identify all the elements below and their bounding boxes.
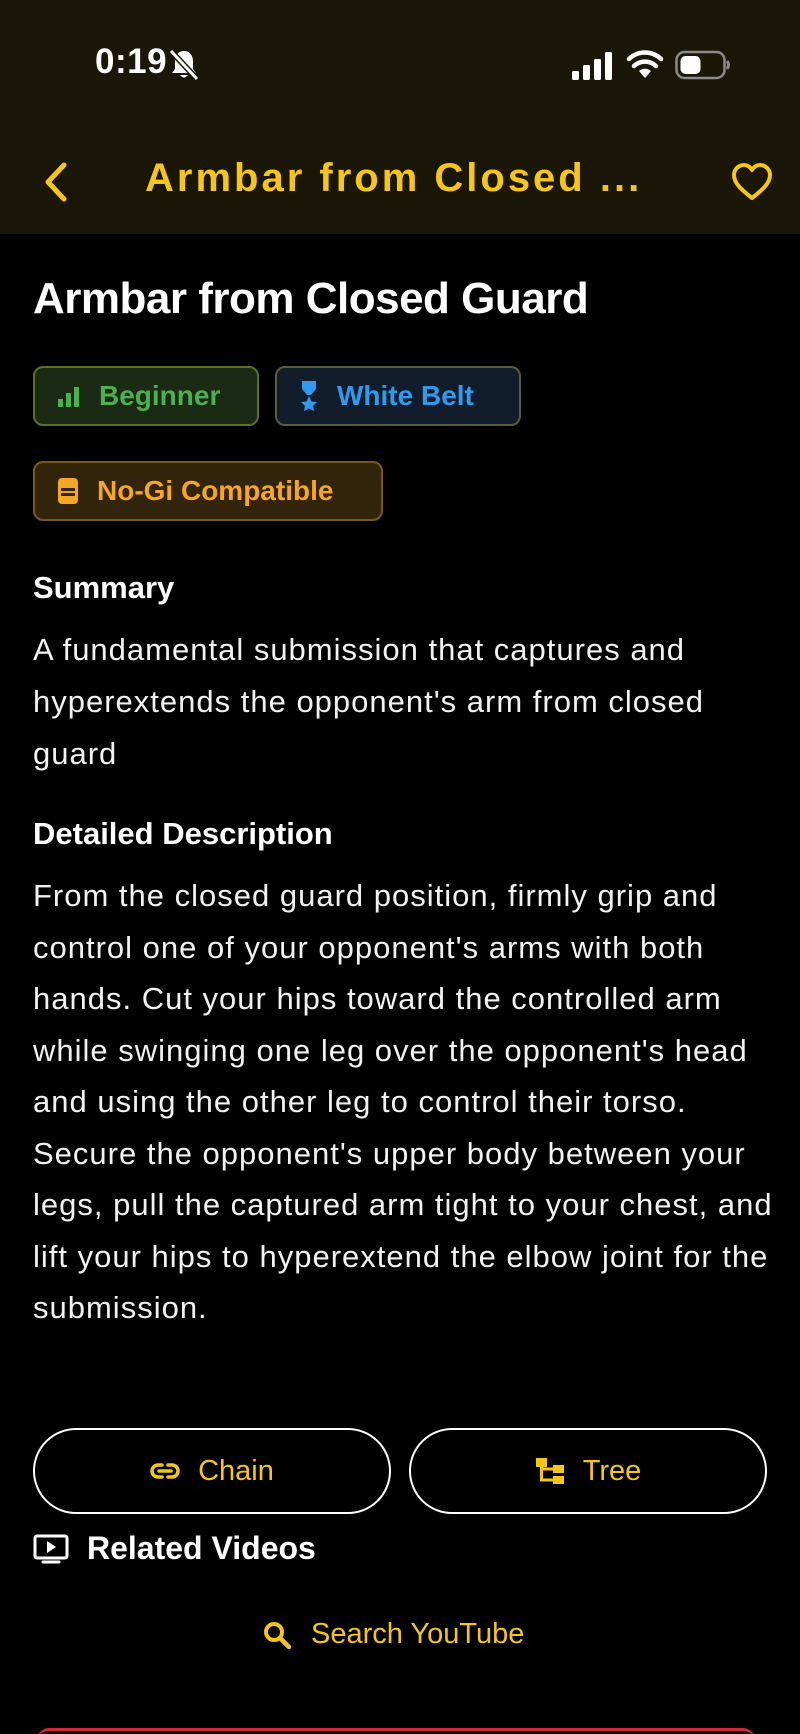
chain-button[interactable]: Chain <box>33 1428 391 1514</box>
belt-badge: White Belt <box>275 366 521 426</box>
gi-compat-label: No-Gi Compatible <box>97 475 334 506</box>
bell-slash-icon <box>168 48 200 82</box>
back-button[interactable] <box>36 158 76 206</box>
tree-button[interactable]: Tree <box>409 1428 767 1514</box>
summary-text: A fundamental submission that captures a… <box>33 632 704 771</box>
search-youtube-link[interactable]: Search YouTube <box>263 1618 524 1651</box>
search-icon <box>264 1621 291 1649</box>
related-videos-title: Related Videos <box>87 1530 316 1566</box>
related-videos-header: Related Videos <box>33 1530 316 1567</box>
heart-icon <box>732 163 772 200</box>
chevron-left-icon <box>45 162 67 202</box>
level-badge: Beginner <box>33 366 259 426</box>
status-time: 0:19 <box>95 42 168 81</box>
chain-button-label: Chain <box>198 1454 274 1487</box>
wifi-icon <box>626 50 664 78</box>
tree-button-label: Tree <box>582 1454 642 1487</box>
belt-badge-label: White Belt <box>337 380 474 411</box>
video-icon <box>33 1534 69 1563</box>
summary-heading: Summary <box>33 570 175 605</box>
nav-bar: Armbar from Closed ... <box>0 130 800 234</box>
gi-icon <box>58 478 78 504</box>
detail-text: From the closed guard position, firmly g… <box>33 878 773 1325</box>
next-card-edge <box>37 1728 755 1734</box>
level-badge-label: Beginner <box>99 380 221 411</box>
medal-icon <box>301 381 317 411</box>
status-bar: 0:19 <box>0 0 800 130</box>
search-youtube-label: Search YouTube <box>311 1618 525 1650</box>
page-title: Armbar from Closed Guard <box>33 274 589 323</box>
battery-icon <box>675 50 730 80</box>
link-icon <box>150 1463 180 1479</box>
nav-title: Armbar from Closed ... <box>145 156 643 200</box>
hierarchy-icon <box>535 1458 564 1484</box>
detail-heading: Detailed Description <box>33 816 333 851</box>
gi-compat-badge: No-Gi Compatible <box>33 461 383 521</box>
favorite-button[interactable] <box>728 158 776 206</box>
bar-chart-icon <box>58 387 79 407</box>
signal-icon <box>572 52 612 80</box>
